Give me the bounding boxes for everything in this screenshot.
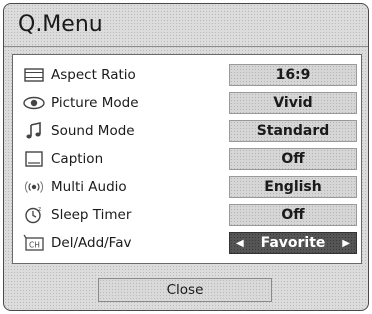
del-add-fav-selector[interactable]: ◀ Favorite ▶: [229, 232, 357, 254]
menu-items-panel: Aspect Ratio 16:9 Picture Mode Vivid Sou…: [12, 54, 362, 264]
caption-icon: [23, 150, 45, 168]
menu-label-aspect-ratio: Aspect Ratio: [51, 67, 136, 83]
aspect-ratio-icon: [23, 66, 45, 84]
multi-audio-value[interactable]: English: [229, 176, 357, 198]
menu-row-del-add-fav[interactable]: CH Del/Add/Fav ◀ Favorite ▶: [13, 231, 361, 257]
menu-row-multi-audio[interactable]: Multi Audio English: [13, 175, 361, 201]
menu-label-sleep-timer: Sleep Timer: [51, 207, 132, 223]
menu-row-sleep-timer[interactable]: z Sleep Timer Off: [13, 203, 361, 229]
menu-row-sound-mode[interactable]: Sound Mode Standard: [13, 119, 361, 145]
menu-row-caption[interactable]: Caption Off: [13, 147, 361, 173]
channel-icon: CH: [23, 234, 45, 252]
right-arrow-icon[interactable]: ▶: [342, 238, 350, 249]
menu-row-picture-mode[interactable]: Picture Mode Vivid: [13, 91, 361, 117]
sleep-timer-icon: z: [23, 206, 45, 224]
caption-value[interactable]: Off: [229, 148, 357, 170]
picture-mode-value[interactable]: Vivid: [229, 92, 357, 114]
menu-label-picture-mode: Picture Mode: [51, 95, 139, 111]
menu-label-sound-mode: Sound Mode: [51, 123, 135, 139]
close-button[interactable]: Close: [98, 278, 272, 302]
del-add-fav-value: Favorite: [260, 235, 326, 251]
left-arrow-icon[interactable]: ◀: [236, 238, 244, 249]
title-divider: [4, 46, 368, 47]
sound-mode-value[interactable]: Standard: [229, 120, 357, 142]
quick-menu: Q.Menu Aspect Ratio 16:9 Picture Mode Vi…: [3, 3, 369, 311]
menu-label-caption: Caption: [51, 151, 104, 167]
menu-label-multi-audio: Multi Audio: [51, 179, 127, 195]
aspect-ratio-value[interactable]: 16:9: [229, 64, 357, 86]
multi-audio-icon: [23, 178, 45, 196]
svg-text:z: z: [38, 206, 41, 213]
picture-mode-icon: [23, 94, 45, 112]
music-note-icon: [23, 122, 45, 140]
menu-row-aspect-ratio[interactable]: Aspect Ratio 16:9: [13, 63, 361, 89]
menu-title: Q.Menu: [18, 12, 103, 37]
channel-icon-text: CH: [29, 241, 40, 250]
sleep-timer-value[interactable]: Off: [229, 204, 357, 226]
menu-label-del-add-fav: Del/Add/Fav: [51, 235, 132, 251]
